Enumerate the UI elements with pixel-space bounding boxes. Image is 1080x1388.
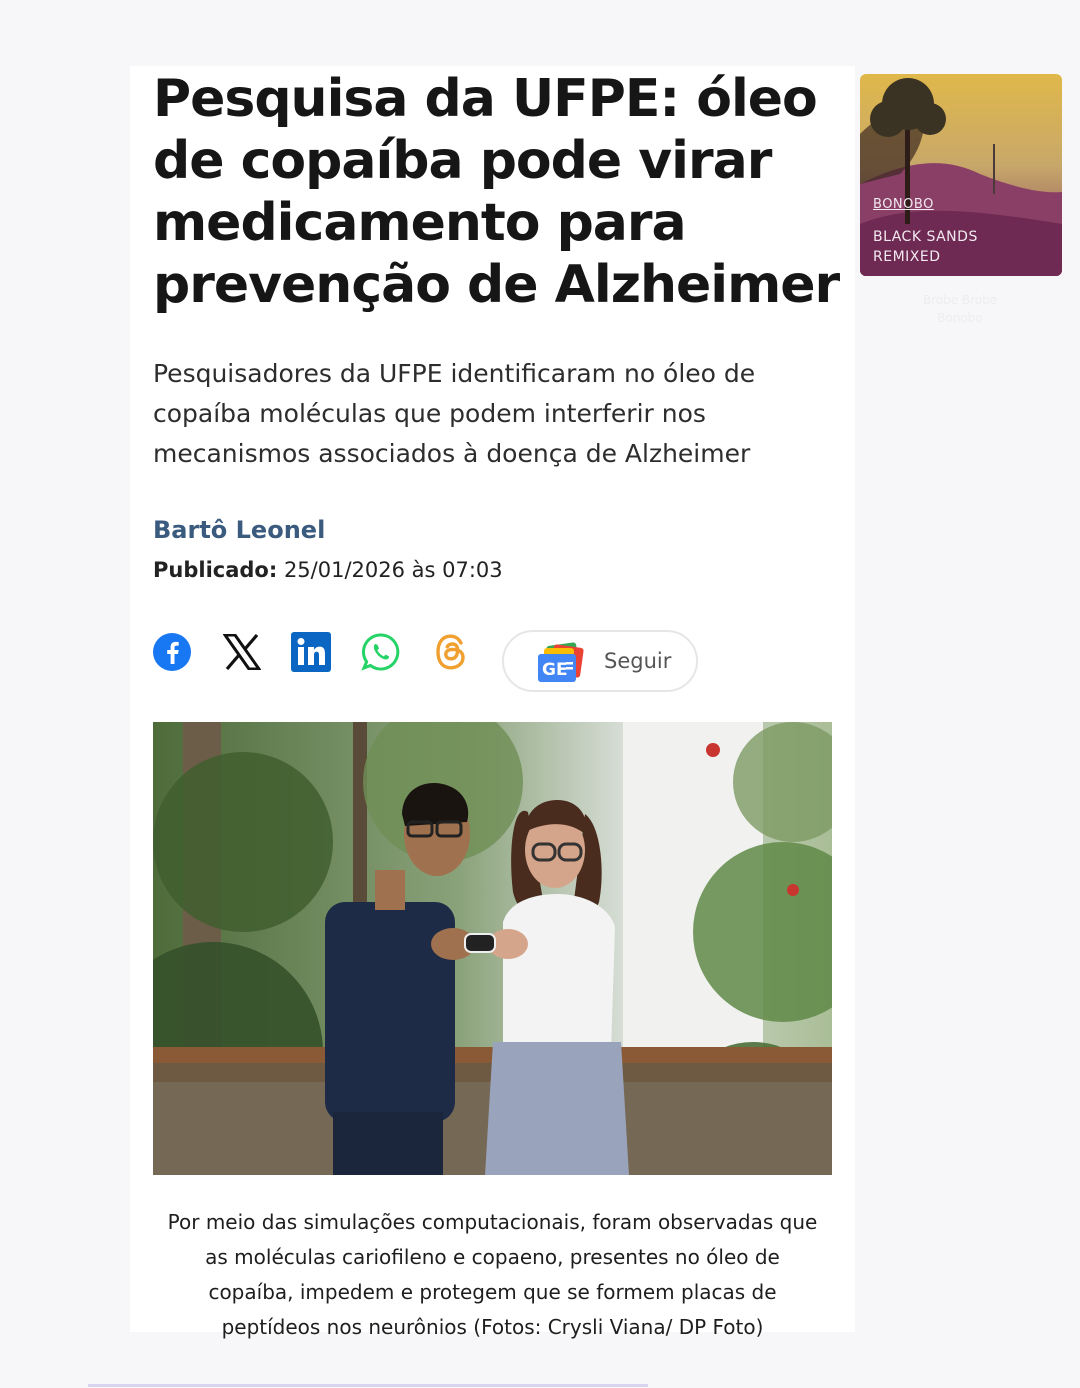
threads-share-button[interactable] (431, 632, 471, 672)
track-info: Brobe Brobe Bonobo (922, 293, 998, 325)
published-label: Publicado: (153, 558, 278, 582)
google-news-follow-button[interactable]: GE Seguir (502, 630, 698, 692)
x-share-button[interactable] (222, 632, 262, 672)
published-value: 25/01/2026 às 07:03 (283, 558, 503, 582)
album-title: BLACK SANDS REMIXED (873, 229, 978, 265)
bottom-indicator (88, 1384, 648, 1387)
x-icon (223, 634, 261, 670)
whatsapp-share-button[interactable] (361, 632, 401, 672)
photo-caption: Por meio das simulações computacionais, … (167, 1210, 818, 1339)
published-date: Publicado: 25/01/2026 às 07:03 (153, 558, 503, 582)
facebook-icon (153, 633, 191, 671)
linkedin-share-button[interactable] (291, 632, 331, 672)
article-subtitle: Pesquisadores da UFPE identificaram no ó… (153, 359, 756, 468)
article-headline: Pesquisa da UFPE: óleo de copaíba pode v… (153, 69, 840, 315)
article-photo (153, 722, 832, 1175)
linkedin-icon (291, 632, 331, 672)
facebook-share-button[interactable] (152, 632, 192, 672)
follow-label: Seguir (604, 649, 672, 673)
whatsapp-icon (361, 633, 400, 671)
svg-text:GE: GE (542, 660, 568, 680)
threads-icon (436, 634, 465, 670)
google-news-icon: GE (538, 642, 584, 682)
album-artist: BONOBO (873, 197, 934, 212)
author-link[interactable]: Bartô Leonel (153, 516, 325, 544)
